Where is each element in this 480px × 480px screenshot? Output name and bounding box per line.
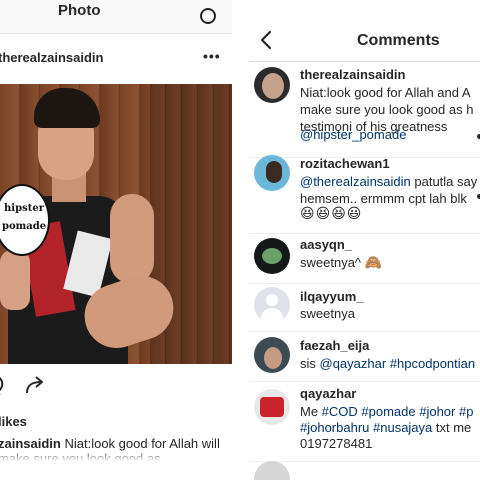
avatar[interactable] <box>254 238 290 274</box>
avatar[interactable] <box>254 337 290 373</box>
comment-text-line: Niat:look good for Allah and A <box>300 85 471 100</box>
panel-divider <box>232 0 249 480</box>
back-chevron-icon[interactable] <box>257 30 277 50</box>
comments-panel: Comments therealzainsaidin Niat:look goo… <box>249 0 480 480</box>
comment-text-line: sweetnya <box>300 306 355 321</box>
comment-hashtag[interactable]: #hpcodpontian <box>390 356 475 371</box>
more-dots-icon[interactable]: ••• <box>203 48 221 64</box>
avatar[interactable] <box>254 67 290 103</box>
share-icon[interactable] <box>24 374 46 396</box>
comment-text-line: #johorbahru #nusajaya txt me <box>300 420 480 436</box>
comment-username[interactable]: aasyqn_ <box>300 237 352 252</box>
avatar[interactable] <box>254 389 290 425</box>
caption-fade <box>0 450 232 464</box>
comment-emojis: 😆😆😆😃 <box>300 206 363 222</box>
avatar[interactable] <box>254 461 290 480</box>
comment-item: aasyqn_ sweetnya^ 🙈 <box>249 234 480 284</box>
comment-text: patutla say <box>410 174 478 189</box>
comment-text-line: sis @qayazhar #hpcodpontian <box>300 356 480 372</box>
comment-mention[interactable]: @hipster_pomade <box>300 127 480 143</box>
photo-hair <box>34 88 100 128</box>
comment-mention[interactable]: @qayazhar <box>320 356 387 371</box>
comment-text: Me <box>300 404 322 419</box>
comment-hashtag[interactable]: #johorbahru #nusajaya <box>300 420 432 435</box>
comment-item: rozitachewan1 @therealzainsaidin patutla… <box>249 148 480 234</box>
comment-item: qayazhar Me #COD #pomade #johor #p #joho… <box>249 382 480 462</box>
likes-count[interactable]: likes <box>0 414 27 429</box>
caption-username[interactable]: zainsaidin <box>0 436 61 451</box>
comment-text-line: sweetnya^ 🙈 <box>300 255 480 271</box>
comment-text-line: hemsem.. ermmm cpt lah blk <box>300 191 467 206</box>
comment-item: faezah_eija sis @qayazhar #hpcodpontian <box>249 332 480 382</box>
comment-text-line: 0197278481 <box>300 436 373 451</box>
post-panel: Photo therealzainsaidin ••• hipster poma… <box>0 0 232 480</box>
comment-username[interactable]: therealzainsaidin <box>300 67 405 82</box>
comment-hashtag[interactable]: #COD #pomade #johor #p <box>322 404 474 419</box>
monkey-emoji-icon: 🙈 <box>364 255 384 271</box>
comment-text: sweetnya^ <box>300 255 365 270</box>
comment-username[interactable]: rozitachewan1 <box>300 156 390 171</box>
comment-text-line: Me #COD #pomade #johor #p <box>300 404 480 420</box>
photo-hand <box>0 250 30 310</box>
comment-username[interactable]: faezah_eija <box>300 338 369 353</box>
comment-item: therealzainsaidin Niat:look good for All… <box>249 62 480 158</box>
post-author-row: therealzainsaidin ••• <box>0 48 232 70</box>
comment-icon[interactable] <box>0 374 8 396</box>
comment-text: sis <box>300 356 320 371</box>
post-username[interactable]: therealzainsaidin <box>0 50 103 65</box>
post-header: Photo <box>0 0 232 34</box>
comment-mention[interactable]: @therealzainsaidin <box>300 174 411 189</box>
header-circle-icon[interactable] <box>200 8 216 24</box>
post-photo[interactable]: hipster pomade <box>0 84 232 364</box>
default-avatar-icon[interactable] <box>254 287 290 323</box>
comment-username[interactable]: ilqayyum_ <box>300 289 364 304</box>
pomade-label: hipster pomade <box>2 203 47 232</box>
comments-title: Comments <box>357 32 440 49</box>
comments-header: Comments <box>249 18 480 62</box>
avatar[interactable] <box>254 155 290 191</box>
comment-item: ilqayyum_ sweetnya <box>249 284 480 332</box>
post-actions <box>0 374 232 398</box>
comment-text: txt me <box>432 420 472 435</box>
post-header-title: Photo <box>58 2 101 19</box>
photo-shoulder <box>110 194 154 284</box>
comment-username[interactable]: qayazhar <box>300 386 356 401</box>
comment-text-line: make sure you look good as h <box>300 102 474 117</box>
comment-text-line: @therealzainsaidin patutla say <box>300 174 480 190</box>
